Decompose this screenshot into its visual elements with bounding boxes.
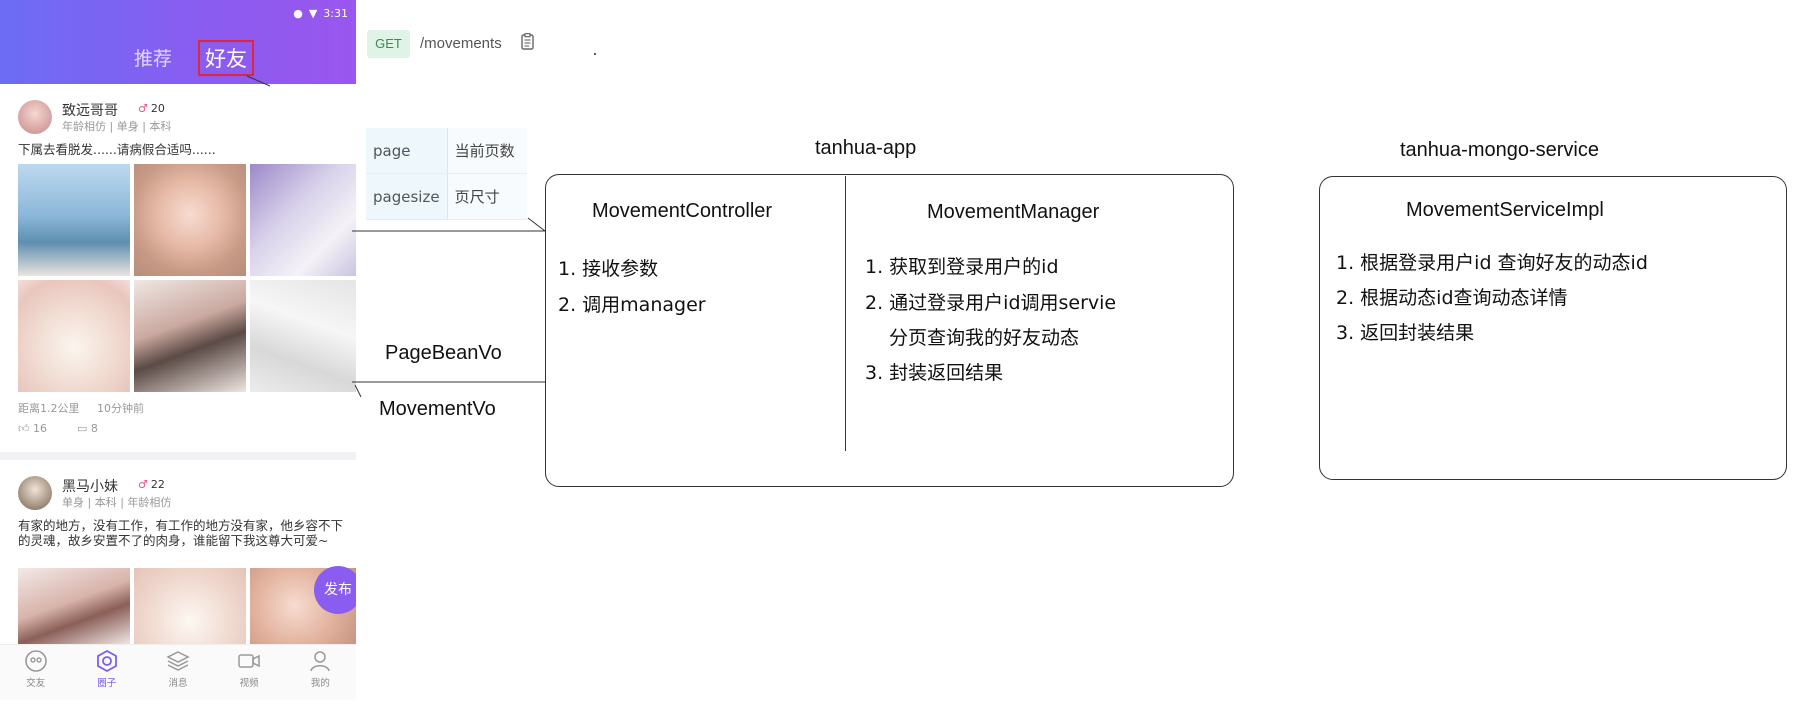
manager-step: 2. 通过登录用户id调用servie (865, 292, 1117, 314)
manager-step: 1. 获取到登录用户的id (865, 256, 1059, 278)
return-label-pagebeanvo: PageBeanVo (385, 342, 502, 364)
response-tick (354, 384, 362, 398)
manager-title: MovementManager (927, 201, 1100, 223)
service-group-title: tanhua-mongo-service (1400, 139, 1599, 161)
controller-step: 2. 调用manager (558, 294, 706, 316)
controller-step: 1. 接收参数 (558, 258, 659, 280)
manager-step: 分页查询我的好友动态 (889, 327, 1080, 349)
service-impl-title: MovementServiceImpl (1406, 199, 1604, 221)
service-step: 1. 根据登录用户id 查询好友的动态id (1336, 252, 1648, 274)
app-group-title: tanhua-app (815, 137, 917, 159)
manager-step: 3. 封装返回结果 (865, 362, 1004, 384)
service-step: 3. 返回封装结果 (1336, 322, 1475, 344)
service-step: 2. 根据动态id查询动态详情 (1336, 287, 1568, 309)
params-pointer-line (527, 217, 546, 232)
tab-pointer-line (246, 75, 271, 87)
app-box-separator (845, 176, 846, 451)
controller-title: MovementController (592, 200, 773, 222)
return-label-movementvo: MovementVo (379, 398, 496, 420)
